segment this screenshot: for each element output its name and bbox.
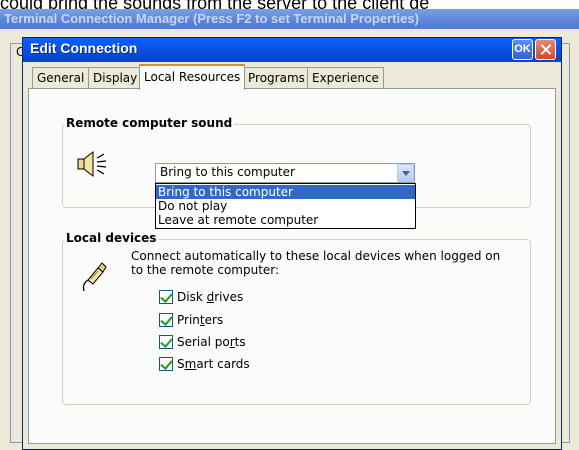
background-window-title: Terminal Connection Manager (Press F2 to… [4,11,419,26]
devices-description-line1: Connect automatically to these local dev… [131,249,501,263]
dropdown-option[interactable]: Bring to this computer [156,185,415,199]
dialog-title: Edit Connection [30,40,138,56]
serial-ports-checkbox[interactable] [159,335,173,349]
sound-group-title: Remote computer sound [64,116,235,130]
tab-experience[interactable]: Experience [307,67,384,88]
chevron-down-icon[interactable] [397,164,414,182]
dropdown-option[interactable]: Leave at remote computer [156,213,415,227]
printers-label[interactable]: Printers [177,313,223,327]
printers-checkbox[interactable] [159,313,173,327]
smart-cards-checkbox[interactable] [159,357,173,371]
devices-group-title: Local devices [64,231,159,245]
sound-select-value: Bring to this computer [160,165,295,179]
plug-icon [82,262,107,292]
serial-ports-label[interactable]: Serial ports [177,335,246,349]
devices-description-line2: to the remote computer: [131,263,280,277]
disk-drives-checkbox[interactable] [159,290,173,304]
tab-local-resources[interactable]: Local Resources [139,64,246,90]
tab-display[interactable]: Display [88,67,143,88]
dropdown-option[interactable]: Do not play [156,199,415,213]
tab-general[interactable]: General [32,67,90,88]
disk-drives-label[interactable]: Disk drives [177,290,243,304]
tab-programs[interactable]: Programs [243,67,310,88]
close-icon[interactable] [535,39,556,60]
ok-button[interactable]: OK [512,39,533,60]
smart-cards-label[interactable]: Smart cards [177,357,250,371]
speaker-icon [77,150,107,178]
